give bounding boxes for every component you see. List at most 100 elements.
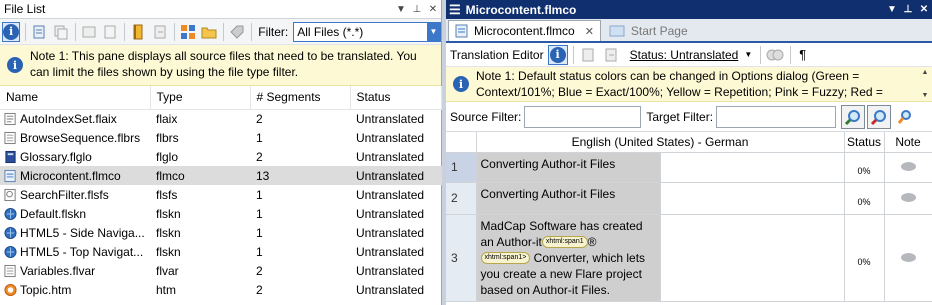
segment-button[interactable]: [578, 45, 598, 65]
comment-icon[interactable]: [900, 162, 916, 171]
export-button[interactable]: [150, 22, 168, 42]
file-row[interactable]: BrowseSequence.flbrs flbrs 1 Untranslated: [0, 128, 442, 147]
file-segments: 2: [256, 111, 263, 126]
file-type-filter-select[interactable]: All Files (*.*) ▼: [293, 21, 441, 42]
file-type: flskn: [156, 225, 181, 240]
file-name-cell[interactable]: HTML5 - Top Navigat...: [0, 242, 150, 261]
file-row[interactable]: Variables.flvar flvar 2 Untranslated: [0, 261, 442, 280]
scroll-down-icon[interactable]: ▼: [922, 92, 929, 99]
info-toggle-button[interactable]: i: [547, 44, 568, 65]
column-header-type[interactable]: Type: [150, 86, 251, 110]
pilcrow-button[interactable]: ¶: [799, 47, 806, 62]
source-segment[interactable]: Converting Author-it Files: [476, 152, 661, 183]
close-tab-icon[interactable]: ✕: [585, 25, 594, 38]
tab-start-page[interactable]: Start Page: [603, 20, 694, 41]
file-row[interactable]: Default.flskn flskn 1 Untranslated: [0, 204, 442, 223]
tag-button[interactable]: [228, 22, 246, 42]
segment-number[interactable]: 2: [446, 182, 477, 215]
toggle-button[interactable]: [765, 45, 785, 65]
status-dropdown[interactable]: Status: Untranslated: [630, 48, 739, 62]
toolbar-separator: [173, 22, 175, 41]
column-header-status[interactable]: Status: [350, 86, 442, 110]
open-file-button[interactable]: [30, 22, 48, 42]
inline-tag[interactable]: xhtml:span1: [541, 236, 588, 249]
file-name: AutoIndexSet.flaix: [20, 111, 117, 126]
file-name-cell[interactable]: HTML5 - Side Naviga...: [0, 223, 150, 242]
next-segment-button[interactable]: [601, 45, 621, 65]
target-segment-input[interactable]: [660, 214, 845, 302]
file-row[interactable]: HTML5 - Top Navigat... flskn 1 Untranslated: [0, 242, 442, 261]
target-segment-input[interactable]: [660, 182, 845, 215]
file-name-cell[interactable]: Glossary.flglo: [0, 147, 150, 166]
file-type: flbrs: [156, 130, 179, 145]
segment-row[interactable]: 1 Converting Author-it Files 0%: [446, 152, 932, 183]
magnifier-icon: [844, 109, 861, 125]
clear-filter-button[interactable]: [867, 104, 892, 129]
file-status: Untranslated: [356, 282, 425, 297]
file-name-cell[interactable]: BrowseSequence.flbrs: [0, 128, 150, 147]
microcontent-file-icon: [455, 24, 468, 38]
file-segments: 1: [256, 225, 263, 240]
segment-row[interactable]: 3 MadCap Software has created an Author-…: [446, 214, 932, 302]
file-row[interactable]: Microcontent.flmco flmco 13 Untranslated: [0, 166, 442, 185]
note-scrollbar[interactable]: ▲ ▼: [918, 67, 932, 101]
magnifier-clear-icon: [870, 109, 887, 125]
dropdown-icon[interactable]: ▼: [884, 4, 900, 15]
target-segment-input[interactable]: [660, 152, 845, 183]
file-name-cell[interactable]: Topic.htm: [0, 280, 150, 299]
note-cell[interactable]: [884, 214, 932, 302]
target-filter-input[interactable]: [716, 105, 837, 128]
properties-button[interactable]: [80, 22, 98, 42]
copy-button[interactable]: [51, 22, 69, 42]
close-icon[interactable]: ✕: [916, 4, 932, 15]
source-filter-input[interactable]: [524, 105, 642, 128]
note-cell[interactable]: [884, 152, 932, 183]
status-column-header[interactable]: Status: [844, 132, 885, 153]
file-row[interactable]: Glossary.flglo flglo 2 Untranslated: [0, 147, 442, 166]
note-cell[interactable]: [884, 182, 932, 215]
pin-icon[interactable]: ⊥: [409, 4, 425, 15]
file-name-cell[interactable]: Microcontent.flmco: [0, 166, 150, 185]
comment-icon[interactable]: [900, 252, 916, 262]
column-header-name[interactable]: Name: [0, 86, 151, 110]
info-toggle-button[interactable]: i: [2, 21, 21, 42]
inline-tag[interactable]: xhtml:span1>: [480, 252, 531, 265]
toolbar-separator: [760, 45, 762, 64]
preview-button[interactable]: [101, 22, 119, 42]
comment-icon[interactable]: [900, 193, 916, 202]
segment-row[interactable]: 2 Converting Author-it Files 0%: [446, 182, 932, 215]
translation-grid: English (United States) - German Status …: [446, 132, 932, 302]
file-status: Untranslated: [356, 149, 425, 164]
segment-number[interactable]: 1: [446, 152, 477, 183]
folder-button[interactable]: [200, 22, 218, 42]
source-segment[interactable]: Converting Author-it Files: [476, 182, 661, 215]
find-button[interactable]: [841, 104, 866, 129]
search-filter-icon: [4, 188, 16, 201]
file-row[interactable]: SearchFilter.flsfs flsfs 1 Untranslated: [0, 185, 442, 204]
search-options-button[interactable]: [895, 107, 915, 127]
menu-lines-icon[interactable]: ☰: [449, 2, 461, 18]
file-name-cell[interactable]: SearchFilter.flsfs: [0, 185, 150, 204]
file-name-cell[interactable]: Variables.flvar: [0, 261, 150, 280]
tab-microcontent[interactable]: Microcontent.flmco ✕: [448, 20, 601, 41]
file-row[interactable]: HTML5 - Side Naviga... flskn 1 Untranslated: [0, 223, 442, 242]
pin-icon[interactable]: ⊥: [900, 4, 916, 15]
note-column-header[interactable]: Note: [884, 132, 932, 153]
column-header-segments[interactable]: # Segments: [250, 86, 351, 110]
grid-view-button[interactable]: [179, 22, 197, 42]
close-icon[interactable]: ✕: [425, 4, 441, 15]
file-name-cell[interactable]: Default.flskn: [0, 204, 150, 223]
dropdown-icon[interactable]: ▼: [393, 4, 409, 15]
file-row[interactable]: AutoIndexSet.flaix flaix 2 Untranslated: [0, 109, 442, 128]
file-row[interactable]: Topic.htm htm 2 Untranslated: [0, 280, 442, 299]
segment-number[interactable]: 3: [446, 214, 477, 302]
scroll-up-icon[interactable]: ▲: [922, 69, 929, 76]
file-status: Untranslated: [356, 111, 425, 126]
chevron-down-icon[interactable]: ▼: [744, 50, 752, 59]
bind-button[interactable]: [129, 22, 147, 42]
source-segment[interactable]: MadCap Software has created an Author-it…: [476, 214, 661, 302]
file-status: Untranslated: [356, 225, 425, 240]
chevron-down-icon[interactable]: ▼: [426, 22, 440, 41]
file-name-cell[interactable]: AutoIndexSet.flaix: [0, 109, 150, 128]
file-name: HTML5 - Side Naviga...: [20, 225, 145, 240]
